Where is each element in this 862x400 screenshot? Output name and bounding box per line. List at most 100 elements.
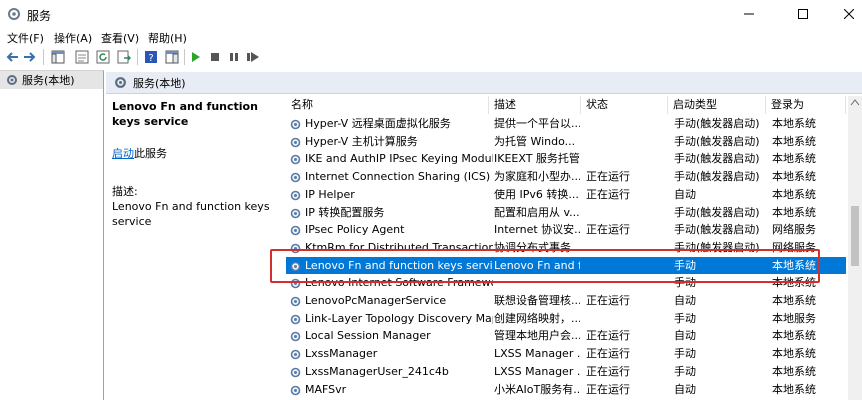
service-description-cell: 小米AIoT服务有... <box>494 382 580 396</box>
service-row[interactable]: Hyper-V 远程桌面虚拟化服务 提供一个平台以... 手动(触发器启动) 本地系统 <box>286 115 846 133</box>
description-text: Lenovo Fn and function keys service <box>112 200 270 228</box>
service-name-cell: IP 转换配置服务 <box>305 205 385 219</box>
restart-icon <box>247 52 259 62</box>
service-logon-cell: 本地系统 <box>772 276 816 290</box>
service-logon-cell: 本地系统 <box>772 329 816 343</box>
service-description-cell: LXSS Manager ... <box>494 364 580 378</box>
service-row[interactable]: IP Helper 使用 IPv6 转换... 正在运行 自动 本地系统 <box>286 186 846 204</box>
service-gear-icon <box>290 155 301 165</box>
service-gear-icon <box>290 137 301 147</box>
refresh-button[interactable] <box>94 48 112 66</box>
properties-icon <box>75 50 89 64</box>
service-description-cell: IKEEXT 服务托管... <box>494 152 580 166</box>
service-name-cell: IKE and AuthIP IPsec Keying Modules <box>305 152 493 166</box>
service-row[interactable]: LxssManagerUser_241c4b LXSS Manager ... 正在… <box>286 363 846 381</box>
service-row[interactable]: LenovoPcManagerService 联想设备管理核... 正在运行 自动 本地… <box>286 292 846 310</box>
close-icon <box>844 9 854 19</box>
service-row[interactable]: IP 转换配置服务 配置和启用从 v... 手动(触发器启动) 本地系统 <box>286 204 846 222</box>
service-row[interactable]: Lenovo Fn and function keys service Lenov… <box>286 256 846 275</box>
properties-button[interactable] <box>73 48 91 66</box>
pause-icon <box>230 53 238 61</box>
column-header-status[interactable]: 状态 <box>581 96 668 114</box>
selected-service-name: Lenovo Fn and function keys service <box>112 100 258 128</box>
start-service-link[interactable]: 启动 <box>112 147 134 160</box>
service-gear-icon <box>290 243 301 254</box>
service-row[interactable]: LxssManager LXSS Manager ... 正在运行 手动 本地系统 <box>286 345 846 363</box>
minimize-icon <box>744 13 754 15</box>
service-name-cell: MAFSvr <box>305 382 347 396</box>
console-tree: 服务(本地) <box>0 70 104 400</box>
service-status-cell <box>586 150 668 168</box>
menu-action[interactable]: 操作(A) <box>54 30 92 46</box>
service-logon-cell: 本地服务 <box>772 311 816 325</box>
console-tree-button[interactable] <box>49 48 67 66</box>
play-icon <box>192 52 200 62</box>
column-header-description[interactable]: 描述 <box>489 96 581 114</box>
service-name-cell: Link-Layer Topology Discovery Mapper <box>305 311 493 325</box>
menu-help[interactable]: 帮助(H) <box>148 30 187 46</box>
pane-header-title: 服务(本地) <box>133 76 186 90</box>
maximize-button[interactable] <box>780 0 826 28</box>
service-logon-cell: 本地系统 <box>772 364 816 378</box>
service-row[interactable]: Link-Layer Topology Discovery Mapper创建网络… <box>286 310 846 328</box>
service-row[interactable]: IKE and AuthIP IPsec Keying Modules IKEEX… <box>286 150 846 168</box>
refresh-icon <box>96 50 110 64</box>
service-startup-type-cell: 手动 <box>674 364 696 378</box>
window-title: 服务 <box>27 9 52 23</box>
help-icon: ? <box>145 51 157 64</box>
column-header-name[interactable]: 名称 <box>286 96 489 114</box>
column-header-startup-type[interactable]: 启动类型 <box>668 96 766 114</box>
restart-service-button[interactable] <box>244 48 262 66</box>
service-row[interactable]: Local Session Manager 管理本地用户会... 正在运行 自动 本地系… <box>286 327 846 345</box>
service-row[interactable]: Internet Connection Sharing (ICS) 为家庭和小型办… <box>286 168 846 186</box>
service-logon-cell: 本地系统 <box>772 117 816 130</box>
service-row[interactable]: MAFSvr 小米AIoT服务有... 正在运行 自动 本地系统 <box>286 381 846 399</box>
close-button[interactable] <box>826 0 862 28</box>
service-description-cell: Lenovo Fn and f... <box>494 258 580 272</box>
toolbar: ? <box>0 46 862 68</box>
service-status-cell: 正在运行 <box>586 187 630 201</box>
service-description-cell: Internet 协议安... <box>494 223 580 237</box>
service-row[interactable]: IPsec Policy Agent Internet 协议安... 正在运行 手动(… <box>286 221 846 239</box>
service-row[interactable]: KtmRm for Distributed Transaction Co...协… <box>286 239 846 257</box>
service-startup-type-cell: 手动(触发器启动) <box>674 240 760 254</box>
service-name-cell: Hyper-V 主机计算服务 <box>305 134 418 148</box>
stop-service-button[interactable] <box>206 48 224 66</box>
service-status-cell <box>586 115 668 133</box>
service-gear-icon <box>290 225 301 236</box>
scroll-up-arrow-icon[interactable] <box>850 98 860 106</box>
tree-item-services-local[interactable]: 服务(本地) <box>0 71 103 89</box>
forward-button[interactable] <box>21 48 39 66</box>
service-name-cell: Lenovo Internet Software Framework <box>305 276 493 290</box>
service-logon-cell: 本地系统 <box>772 170 816 184</box>
column-header-log-on-as[interactable]: 登录为 <box>766 96 846 114</box>
start-service-button[interactable] <box>187 48 205 66</box>
help-button[interactable]: ? <box>142 48 160 66</box>
show-hide-pane-button[interactable] <box>163 48 181 66</box>
service-description-cell: LXSS Manager ... <box>494 347 580 361</box>
service-row[interactable]: Lenovo Internet Software Framework 手动 本地系统 <box>286 274 846 292</box>
vertical-scrollbar[interactable] <box>848 96 862 400</box>
menu-file[interactable]: 文件(F) <box>7 30 44 46</box>
back-button[interactable] <box>3 48 21 66</box>
service-logon-cell: 本地系统 <box>772 347 816 361</box>
service-status-cell: 正在运行 <box>586 170 630 184</box>
services-gear-icon <box>115 77 126 88</box>
export-list-button[interactable] <box>115 48 133 66</box>
service-gear-icon <box>290 314 301 324</box>
menu-view[interactable]: 查看(V) <box>101 30 139 46</box>
service-gear-icon <box>290 190 301 201</box>
minimize-button[interactable] <box>726 0 772 28</box>
service-logon-cell: 本地系统 <box>772 187 816 201</box>
extended-description-panel: Lenovo Fn and function keys service 启动此服… <box>106 96 282 400</box>
scrollbar-thumb[interactable] <box>851 206 859 266</box>
service-status-cell <box>586 310 668 328</box>
services-gear-icon <box>7 75 17 85</box>
service-description-cell: 配置和启用从 v... <box>494 205 580 219</box>
pause-service-button[interactable] <box>225 48 243 66</box>
service-name-cell: KtmRm for Distributed Transaction Co... <box>305 240 493 254</box>
service-row[interactable]: Hyper-V 主机计算服务 为托管 Windo... 手动(触发器启动) 本地系统 <box>286 133 846 151</box>
service-name-cell: LxssManagerUser_241c4b <box>305 364 449 378</box>
service-logon-cell: 本地系统 <box>772 205 816 219</box>
service-startup-type-cell: 自动 <box>674 329 696 343</box>
